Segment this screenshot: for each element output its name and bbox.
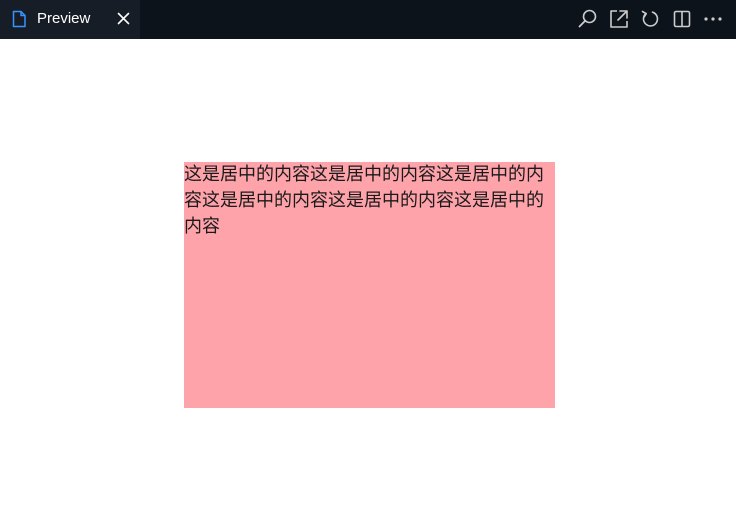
search-icon[interactable] — [577, 8, 599, 30]
tab-preview[interactable]: Preview — [0, 0, 140, 39]
more-icon[interactable] — [702, 8, 724, 30]
refresh-icon[interactable] — [639, 8, 661, 30]
close-icon[interactable] — [116, 11, 131, 26]
title-bar: Preview — [0, 0, 736, 39]
file-icon — [12, 10, 26, 28]
centered-text: 这是居中的内容这是居中的内容这是居中的内容这是居中的内容这是居中的内容这是居中的… — [184, 164, 544, 237]
centered-box: 这是居中的内容这是居中的内容这是居中的内容这是居中的内容这是居中的内容这是居中的… — [184, 162, 555, 408]
split-editor-icon[interactable] — [671, 8, 693, 30]
tab-label: Preview — [37, 10, 91, 27]
preview-content: 这是居中的内容这是居中的内容这是居中的内容这是居中的内容这是居中的内容这是居中的… — [0, 39, 736, 513]
open-external-icon[interactable] — [608, 8, 630, 30]
